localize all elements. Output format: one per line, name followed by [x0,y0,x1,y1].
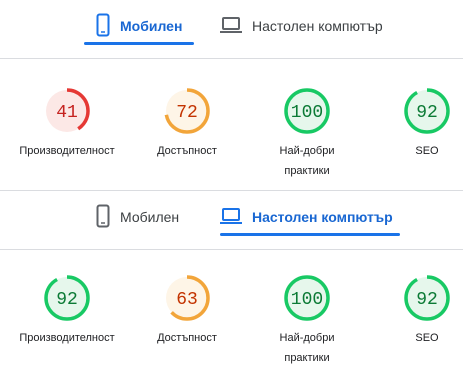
gauge-ring: 100 [284,275,330,321]
device-tabs: Мобилен Настолен компютър [0,191,463,250]
report-desktop: Мобилен Настолен компютър 92 Производите… [0,191,463,380]
gauge-seo[interactable]: 92 SEO [377,274,463,348]
gauge-best-practices[interactable]: 100 Най-добри практики [257,87,357,181]
gauge-score: 92 [56,290,78,310]
gauge-label: SEO [415,145,439,157]
tab-desktop-label: Настолен компютър [252,18,383,34]
gauge-score: 100 [291,103,323,123]
gauge-label: Достъпност [157,332,217,344]
gauge-performance[interactable]: 92 Производителност [17,274,117,348]
gauge-accessibility[interactable]: 63 Достъпност [137,274,237,348]
gauge-ring: 41 [44,88,90,134]
device-tabs: Мобилен Настолен компютър [0,0,463,59]
gauge-label: Достъпност [157,145,217,157]
gauge-label: Най-добри практики [279,145,335,177]
active-tab-indicator [220,233,400,236]
tab-mobile-label: Мобилен [120,209,180,225]
gauge-seo[interactable]: 92 SEO [377,87,463,161]
active-tab-indicator [84,42,194,45]
tab-desktop[interactable]: Настолен компютър [220,12,383,40]
tab-mobile[interactable]: Мобилен [96,12,182,40]
gauge-label: SEO [415,332,439,344]
gauge-label: Производителност [19,145,115,157]
laptop-icon [220,207,242,228]
score-gauges: 41 Производителност 72 Достъпност 100 На… [0,59,463,189]
gauge-ring: 63 [164,275,210,321]
gauge-best-practices[interactable]: 100 Най-добри практики [257,274,357,368]
gauge-score: 41 [56,103,78,123]
gauge-score: 100 [291,290,323,310]
gauge-ring: 92 [404,88,450,134]
gauge-performance[interactable]: 41 Производителност [17,87,117,161]
gauge-ring: 72 [164,88,210,134]
gauge-label: Производителност [19,332,115,344]
tab-desktop[interactable]: Настолен компютър [220,203,393,231]
gauge-score: 72 [176,103,198,123]
tab-desktop-label: Настолен компютър [252,209,393,225]
gauge-label: Най-добри практики [279,332,335,364]
tab-mobile[interactable]: Мобилен [96,203,179,231]
gauge-ring: 92 [44,275,90,321]
gauge-score: 92 [416,103,438,123]
score-gauges: 92 Производителност 63 Достъпност 100 На… [0,250,463,380]
phone-icon [96,13,110,40]
report-mobile: Мобилен Настолен компютър 41 Производите… [0,0,463,190]
laptop-icon [220,16,242,37]
gauge-ring: 92 [404,275,450,321]
phone-icon [96,204,110,231]
tab-mobile-label: Мобилен [120,18,183,34]
gauge-score: 92 [416,290,438,310]
gauge-accessibility[interactable]: 72 Достъпност [137,87,237,161]
gauge-ring: 100 [284,88,330,134]
gauge-score: 63 [176,290,198,310]
